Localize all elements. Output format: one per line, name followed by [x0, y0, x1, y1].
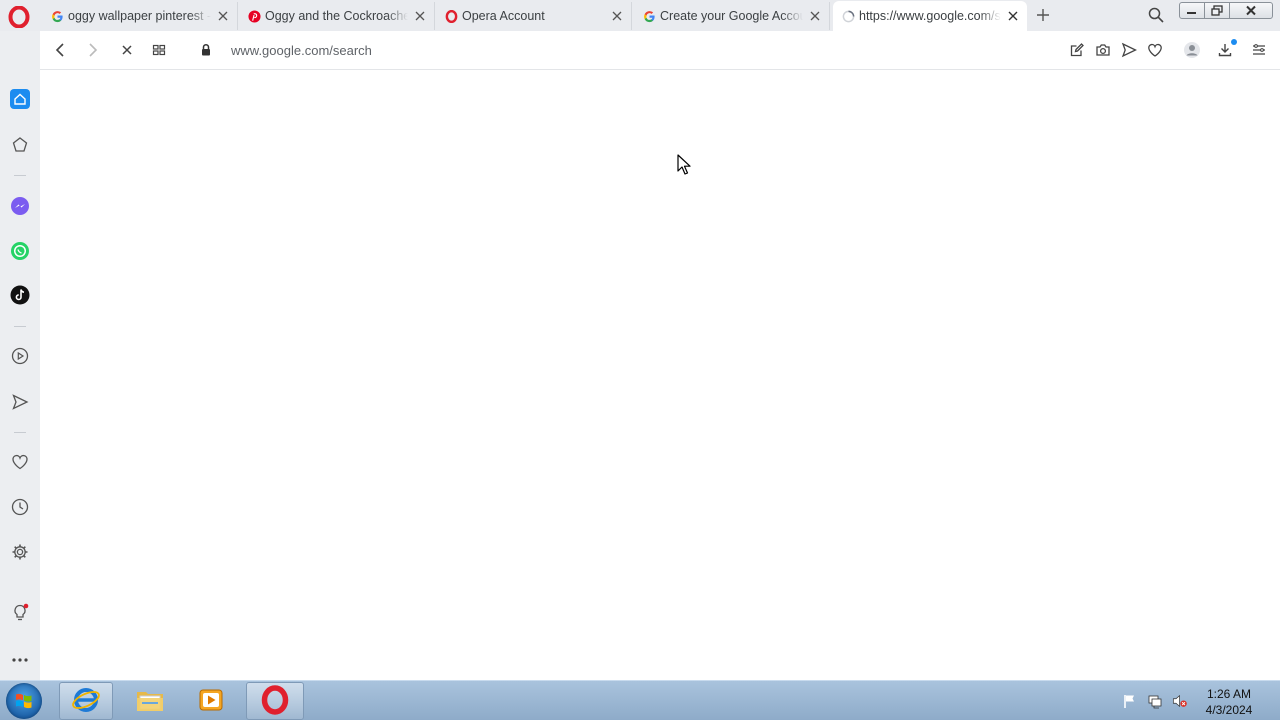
lock-icon[interactable] — [197, 41, 215, 59]
easy-setup-menu-icon[interactable] — [1250, 41, 1268, 59]
history-icon[interactable] — [10, 497, 30, 517]
send-icon[interactable] — [10, 392, 30, 412]
taskbar-opera[interactable] — [246, 682, 304, 720]
easy-setup-edit-icon[interactable] — [1068, 41, 1086, 59]
network-icon[interactable] — [1147, 693, 1163, 709]
tab-strip: oggy wallpaper pinterest - Google Oggy a… — [0, 0, 1280, 31]
minimize-button[interactable] — [1179, 2, 1205, 19]
google-icon — [50, 9, 64, 23]
tab-create-google-account[interactable]: Create your Google Account — [634, 2, 830, 30]
tab-title: Oggy and the Cockroaches — [265, 9, 408, 23]
home-icon[interactable] — [10, 89, 30, 109]
flow-send-icon[interactable] — [1120, 41, 1138, 59]
tab-oggy-cockroaches[interactable]: Oggy and the Cockroaches — [239, 2, 435, 30]
system-clock[interactable]: 1:26 AM 4/3/2024 — [1196, 686, 1262, 718]
start-button[interactable] — [6, 683, 42, 719]
opera-menu-icon[interactable] — [8, 5, 30, 29]
close-tab-icon[interactable] — [412, 8, 428, 24]
tab-opera-account[interactable]: Opera Account — [436, 2, 632, 30]
google-icon — [642, 9, 656, 23]
download-badge-icon — [1231, 39, 1237, 45]
action-center-flag-icon[interactable] — [1122, 693, 1138, 709]
tab-google-search[interactable]: https://www.google.com/search — [833, 1, 1027, 31]
heart-icon[interactable] — [10, 452, 30, 472]
volume-muted-icon[interactable] — [1172, 693, 1188, 709]
internet-explorer-icon — [71, 685, 101, 718]
tab-search-icon[interactable] — [1147, 6, 1165, 24]
url-host: www.google.com — [231, 43, 330, 58]
clock-time: 1:26 AM — [1206, 687, 1252, 701]
media-player-icon — [196, 685, 226, 718]
taskbar-internet-explorer[interactable] — [59, 682, 113, 720]
bookmark-heart-icon[interactable] — [1146, 41, 1164, 59]
speed-dial-icon[interactable] — [10, 135, 30, 155]
mouse-cursor-icon — [677, 154, 691, 176]
tab-title: Create your Google Account — [660, 9, 803, 23]
tab-overview-icon[interactable] — [150, 41, 168, 59]
new-tab-plus-icon[interactable] — [1034, 6, 1052, 24]
loading-spinner-icon — [841, 9, 855, 23]
tab-oggy-wallpaper[interactable]: oggy wallpaper pinterest - Google — [42, 2, 238, 30]
back-icon[interactable] — [51, 41, 69, 59]
taskbar-media-player[interactable] — [184, 682, 238, 720]
sidebar-separator — [14, 326, 26, 327]
settings-icon[interactable] — [10, 542, 30, 562]
close-tab-icon[interactable] — [609, 8, 625, 24]
tiktok-icon[interactable] — [10, 285, 30, 305]
sidebar — [0, 31, 40, 680]
more-icon[interactable] — [10, 650, 30, 670]
opera-icon — [444, 9, 458, 23]
opera-icon — [260, 684, 290, 718]
profile-avatar-icon[interactable] — [1183, 41, 1201, 59]
tab-title: Opera Account — [462, 9, 545, 23]
messenger-icon[interactable] — [10, 196, 30, 216]
sidebar-separator — [14, 175, 26, 176]
tab-title: https://www.google.com/search — [859, 9, 1001, 23]
url-path: /search — [329, 43, 372, 58]
close-tab-icon[interactable] — [807, 8, 823, 24]
whatsapp-icon[interactable] — [10, 241, 30, 261]
clock-date: 4/3/2024 — [1205, 703, 1253, 717]
forward-icon[interactable] — [84, 41, 102, 59]
close-tab-icon[interactable] — [1005, 8, 1021, 24]
restore-button[interactable] — [1204, 2, 1230, 19]
url-field[interactable]: www.google.com/search — [231, 43, 372, 58]
snapshot-camera-icon[interactable] — [1094, 41, 1112, 59]
tab-title: oggy wallpaper pinterest - Google — [68, 9, 211, 23]
file-explorer-icon — [134, 685, 166, 718]
address-toolbar: www.google.com/search — [40, 31, 1280, 70]
taskbar: 1:26 AM 4/3/2024 — [0, 680, 1280, 720]
web-page-content[interactable] — [40, 70, 1280, 680]
tips-icon[interactable] — [10, 603, 30, 623]
player-icon[interactable] — [10, 346, 30, 366]
stop-loading-icon[interactable] — [118, 41, 136, 59]
taskbar-file-explorer[interactable] — [123, 682, 177, 720]
close-window-button[interactable] — [1229, 2, 1273, 19]
close-tab-icon[interactable] — [215, 8, 231, 24]
sidebar-separator — [14, 432, 26, 433]
pinterest-icon — [247, 9, 261, 23]
